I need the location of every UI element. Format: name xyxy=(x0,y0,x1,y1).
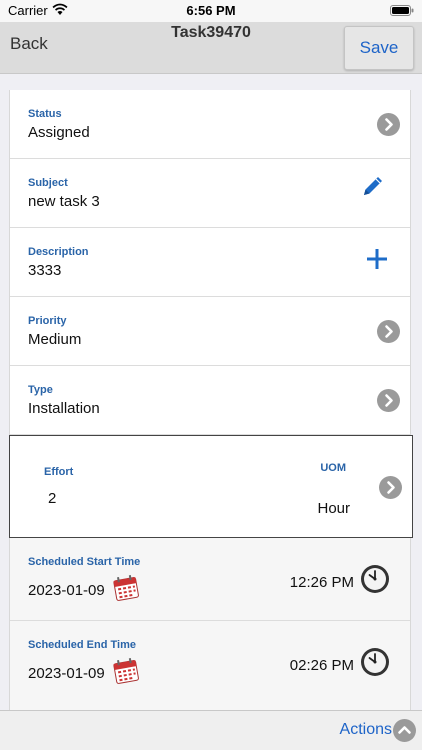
chevron-up-icon[interactable] xyxy=(393,719,416,742)
status-row[interactable]: Status Assigned xyxy=(10,90,410,159)
chevron-right-icon[interactable] xyxy=(377,389,400,412)
status-bar: Carrier 6:56 PM xyxy=(0,0,422,22)
chevron-right-icon[interactable] xyxy=(377,113,400,136)
battery-icon xyxy=(390,5,414,16)
effort-value[interactable]: 2 xyxy=(48,490,56,507)
type-label: Type xyxy=(28,384,53,396)
scheduled-start-date[interactable]: 2023-01-09 xyxy=(28,582,105,599)
clock-time: 6:56 PM xyxy=(186,3,236,18)
description-value: 3333 xyxy=(28,262,62,279)
type-row[interactable]: Type Installation xyxy=(10,366,410,435)
status-value: Assigned xyxy=(28,124,90,141)
uom-value: Hour xyxy=(317,500,350,517)
type-value: Installation xyxy=(28,400,100,417)
subject-row[interactable]: Subject new task 3 xyxy=(10,159,410,228)
effort-row[interactable]: Effort 2 UOM Hour xyxy=(9,435,413,538)
subject-value: new task 3 xyxy=(28,193,100,210)
scheduled-end-date[interactable]: 2023-01-09 xyxy=(28,665,105,682)
plus-icon[interactable] xyxy=(366,248,388,270)
uom-label: UOM xyxy=(320,462,346,474)
scheduled-end-label: Scheduled End Time xyxy=(28,639,136,651)
save-button[interactable]: Save xyxy=(344,26,414,70)
actions-button[interactable]: Actions xyxy=(340,721,392,739)
clock-icon[interactable] xyxy=(360,647,390,677)
task-form: Status Assigned Subject new task 3 Descr… xyxy=(9,90,413,711)
calendar-icon[interactable] xyxy=(111,574,141,602)
priority-value: Medium xyxy=(28,331,82,348)
priority-label: Priority xyxy=(28,315,67,327)
bottom-action-bar: Actions xyxy=(0,710,422,750)
status-label: Status xyxy=(28,108,62,120)
scheduled-start-time[interactable]: 12:26 PM xyxy=(290,574,354,591)
effort-label: Effort xyxy=(44,466,74,478)
scheduled-end-time[interactable]: 02:26 PM xyxy=(290,657,354,674)
scheduled-end-row: Scheduled End Time 2023-01-09 02:26 PM xyxy=(10,621,410,711)
description-row[interactable]: Description 3333 xyxy=(10,228,410,297)
calendar-icon[interactable] xyxy=(111,657,141,685)
priority-row[interactable]: Priority Medium xyxy=(10,297,410,366)
description-label: Description xyxy=(28,246,89,258)
pencil-icon[interactable] xyxy=(360,173,386,199)
clock-icon[interactable] xyxy=(360,564,390,594)
scheduled-start-row: Scheduled Start Time 2023-01-09 12:26 PM xyxy=(10,538,410,621)
nav-bar: Back Task39470 Save xyxy=(0,22,422,74)
chevron-right-icon[interactable] xyxy=(377,320,400,343)
chevron-right-icon[interactable] xyxy=(379,476,402,499)
scheduled-start-label: Scheduled Start Time xyxy=(28,556,141,568)
subject-label: Subject xyxy=(28,177,68,189)
